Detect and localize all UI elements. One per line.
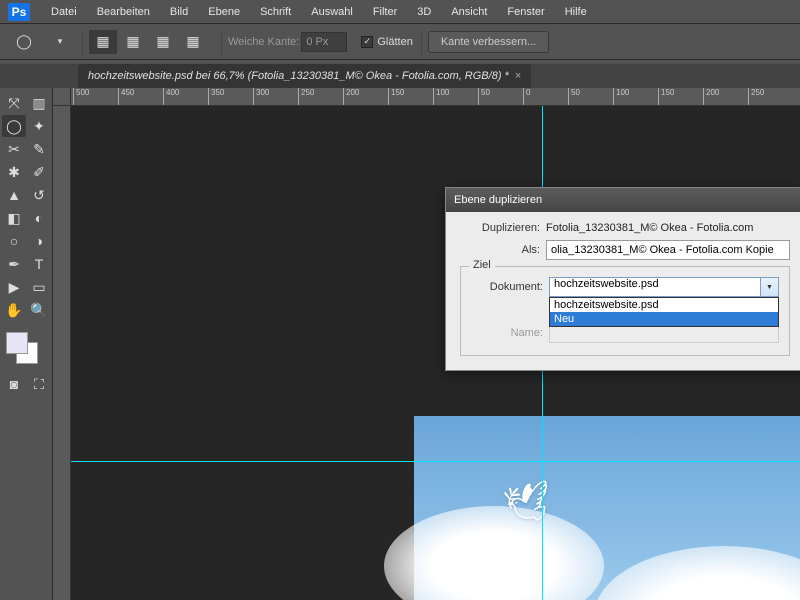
document-label: Dokument: <box>471 281 543 293</box>
dove-graphic: 🕊 <box>501 478 556 530</box>
document-tab-title: hochzeitswebsite.psd bei 66,7% (Fotolia_… <box>88 70 509 82</box>
cloud-graphic <box>384 506 604 600</box>
ruler-tick: 0 <box>523 88 530 106</box>
duplicate-layer-dialog: Ebene duplizieren Duplizieren: Fotolia_1… <box>445 187 800 371</box>
destination-legend: Ziel <box>469 259 495 271</box>
destination-fieldset: Ziel Dokument: hochzeitswebsite.psd ▼ ho… <box>460 266 790 356</box>
quick-mask-icon[interactable]: ◙ <box>2 373 26 395</box>
vertical-ruler[interactable] <box>53 106 71 600</box>
dropdown-option[interactable]: hochzeitswebsite.psd <box>550 298 778 312</box>
app-logo: Ps <box>8 3 30 21</box>
selection-add-icon[interactable]: ▦ <box>119 30 147 54</box>
checkbox-icon: ✓ <box>361 36 373 48</box>
healing-tool[interactable]: ✱ <box>2 161 26 183</box>
duplicate-value: Fotolia_13230381_M© Okea - Fotolia.com <box>546 222 790 234</box>
blur-tool[interactable]: ○ <box>2 230 26 252</box>
selection-subtract-icon[interactable]: ▦ <box>149 30 177 54</box>
menu-filter[interactable]: Filter <box>364 3 406 21</box>
dodge-tool[interactable]: ◑ <box>27 230 51 252</box>
ruler-tick: 50 <box>568 88 580 106</box>
ruler-corner <box>53 88 71 106</box>
menu-help[interactable]: Hilfe <box>556 3 596 21</box>
document-select-value: hochzeitswebsite.psd <box>554 278 659 290</box>
ruler-tick: 400 <box>163 88 179 106</box>
ruler-tick: 250 <box>298 88 314 106</box>
type-tool[interactable]: T <box>27 253 51 275</box>
document-select[interactable]: hochzeitswebsite.psd ▼ hochzeitswebsite.… <box>549 277 779 297</box>
dialog-body: Duplizieren: Fotolia_13230381_M© Okea - … <box>446 212 800 370</box>
document-dropdown-list: hochzeitswebsite.psd Neu <box>549 297 779 327</box>
duplicate-label: Duplizieren: <box>460 222 540 234</box>
as-label: Als: <box>460 244 540 256</box>
ruler-tick: 100 <box>433 88 449 106</box>
menu-3d[interactable]: 3D <box>408 3 440 21</box>
feather-group: Weiche Kante: <box>221 30 353 54</box>
ruler-tick: 150 <box>658 88 674 106</box>
name-label: Name: <box>471 327 543 339</box>
cloud-graphic <box>594 546 800 600</box>
horizontal-ruler[interactable]: 500 450 400 350 300 250 200 150 100 50 0… <box>71 88 800 106</box>
menu-type[interactable]: Schrift <box>251 3 300 21</box>
ruler-tick: 100 <box>613 88 629 106</box>
refine-group: Kante verbessern... <box>421 30 555 54</box>
feather-label: Weiche Kante: <box>228 36 299 48</box>
ruler-tick: 200 <box>703 88 719 106</box>
menu-layer[interactable]: Ebene <box>199 3 249 21</box>
horizontal-guide[interactable] <box>71 461 800 462</box>
as-input[interactable] <box>546 240 790 260</box>
options-bar: ◯ ▾ ▦ ▦ ▦ ▦ Weiche Kante: ✓ Glätten Kant… <box>0 24 800 60</box>
ruler-tick: 250 <box>748 88 764 106</box>
close-icon[interactable]: × <box>515 70 521 82</box>
dropdown-icon[interactable]: ▾ <box>46 30 74 54</box>
ruler-tick: 350 <box>208 88 224 106</box>
antialias-checkbox-group[interactable]: ✓ Glätten <box>361 36 412 48</box>
path-select-tool[interactable]: ▶ <box>2 276 26 298</box>
crop-tool[interactable]: ✂ <box>2 138 26 160</box>
lasso-tool-icon[interactable]: ◯ <box>10 30 38 54</box>
selection-mode-group: ▦ ▦ ▦ ▦ <box>82 30 213 54</box>
quick-select-tool[interactable]: ✦ <box>27 115 51 137</box>
move-tool[interactable]: ⤧ <box>2 92 26 114</box>
shape-tool[interactable]: ▭ <box>27 276 51 298</box>
menu-file[interactable]: Datei <box>42 3 86 21</box>
toolbox: ⤧ ▥ ◯ ✦ ✂ ✎ ✱ ✐ ▲ ↺ ◧ ◐ ○ ◑ ✒ T ▶ ▭ ✋ 🔍 … <box>0 88 53 600</box>
document-tab-row: hochzeitswebsite.psd bei 66,7% (Fotolia_… <box>0 64 800 88</box>
zoom-tool[interactable]: 🔍 <box>27 299 51 321</box>
feather-input[interactable] <box>301 32 347 52</box>
history-brush-tool[interactable]: ↺ <box>27 184 51 206</box>
eyedropper-tool[interactable]: ✎ <box>27 138 51 160</box>
menu-select[interactable]: Auswahl <box>302 3 362 21</box>
document-image: 🕊 🌹 <box>414 416 800 600</box>
color-swatches[interactable] <box>2 328 51 372</box>
eraser-tool[interactable]: ◧ <box>2 207 26 229</box>
document-tab[interactable]: hochzeitswebsite.psd bei 66,7% (Fotolia_… <box>78 64 531 88</box>
ruler-tick: 50 <box>478 88 490 106</box>
dropdown-arrow-icon: ▼ <box>760 278 778 296</box>
menu-image[interactable]: Bild <box>161 3 197 21</box>
stamp-tool[interactable]: ▲ <box>2 184 26 206</box>
menubar: Ps Datei Bearbeiten Bild Ebene Schrift A… <box>0 0 800 24</box>
refine-edge-button[interactable]: Kante verbessern... <box>428 31 549 53</box>
antialias-label: Glätten <box>377 36 412 48</box>
ruler-tick: 150 <box>388 88 404 106</box>
lasso-tool[interactable]: ◯ <box>2 115 26 137</box>
artboard-tool[interactable]: ▥ <box>27 92 51 114</box>
hand-tool[interactable]: ✋ <box>2 299 26 321</box>
ruler-tick: 500 <box>73 88 89 106</box>
menu-view[interactable]: Ansicht <box>442 3 496 21</box>
pen-tool[interactable]: ✒ <box>2 253 26 275</box>
ruler-tick: 300 <box>253 88 269 106</box>
dropdown-option-selected[interactable]: Neu <box>550 312 778 326</box>
selection-new-icon[interactable]: ▦ <box>89 30 117 54</box>
menu-edit[interactable]: Bearbeiten <box>88 3 159 21</box>
dialog-title[interactable]: Ebene duplizieren <box>446 188 800 212</box>
ruler-tick: 200 <box>343 88 359 106</box>
selection-intersect-icon[interactable]: ▦ <box>179 30 207 54</box>
brush-tool[interactable]: ✐ <box>27 161 51 183</box>
menu-window[interactable]: Fenster <box>498 3 553 21</box>
screen-mode-icon[interactable]: ⛶ <box>27 373 51 395</box>
foreground-color-swatch[interactable] <box>6 332 28 354</box>
gradient-tool[interactable]: ◐ <box>27 207 51 229</box>
ruler-tick: 450 <box>118 88 134 106</box>
